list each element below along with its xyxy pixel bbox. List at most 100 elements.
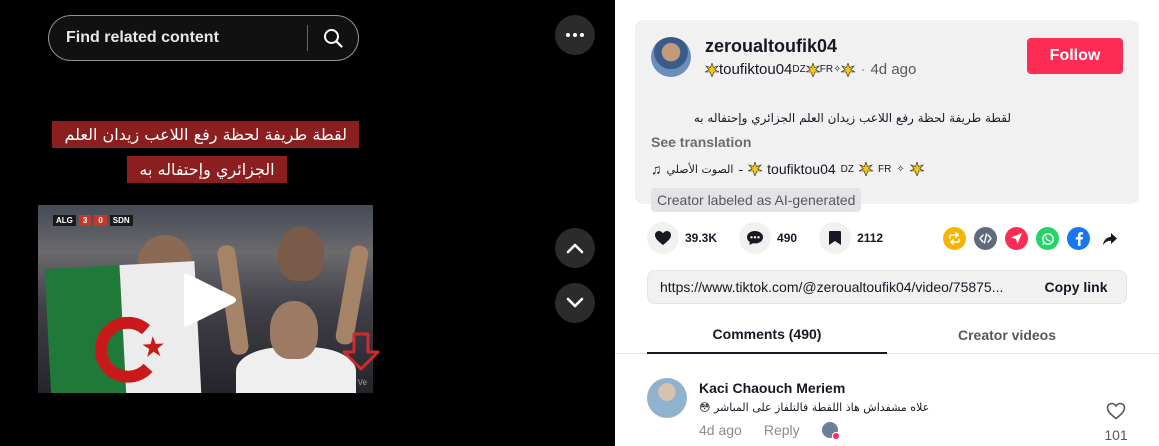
like-button[interactable]: [647, 222, 679, 254]
panel-tabs: Comments (490) Creator videos: [615, 316, 1159, 354]
sound-row[interactable]: ♫ الصوت الأصلي - toufiktou04 DZ FR ✧: [651, 161, 924, 177]
more-dot: [580, 33, 584, 37]
comment-text-row: علاه مشفداش هاذ اللقطة فالتلفاز على المب…: [699, 401, 929, 414]
send-to-friends-button[interactable]: [1005, 227, 1028, 250]
whatsapp-icon: [1041, 232, 1054, 245]
share-arrow-icon: [1102, 232, 1117, 245]
sound-dash: -: [738, 161, 744, 177]
save-action[interactable]: 2112: [819, 222, 883, 254]
creator-nickname[interactable]: toufiktou04: [719, 61, 792, 78]
sparkle-burst-icon: [705, 62, 719, 77]
search-button[interactable]: [308, 16, 358, 60]
comment-date: 4d ago: [699, 422, 742, 438]
scorebug-home: ALG: [53, 214, 76, 226]
bookmark-icon: [829, 231, 842, 245]
creator-avatar[interactable]: [651, 37, 691, 77]
flag-star: ★: [139, 329, 167, 365]
sparkle-dot-icon: ✧: [833, 64, 842, 75]
comment-item: Kaci Chaouch Meriem علاه مشفداش هاذ اللق…: [647, 375, 1139, 446]
related-search-box[interactable]: Find related content: [48, 15, 359, 61]
follow-button[interactable]: Follow: [1027, 38, 1123, 74]
more-options-button[interactable]: [555, 15, 595, 55]
chevron-up-icon: [566, 243, 584, 254]
search-icon: [324, 29, 343, 48]
music-note-icon: ♫: [651, 161, 662, 177]
previous-video-button[interactable]: [555, 228, 595, 268]
scorebug-away-score: 0: [94, 214, 107, 226]
sparkle-dot-icon: ✧: [896, 163, 905, 175]
scorebug-away: SDN: [109, 214, 133, 226]
creator-username[interactable]: zeroualtoufik04: [705, 36, 837, 57]
commenter-avatar[interactable]: [647, 378, 687, 418]
comment-count: 490: [777, 231, 798, 245]
sparkle-burst-icon: [841, 62, 856, 77]
next-video-button[interactable]: [555, 283, 595, 323]
save-count: 2112: [857, 231, 884, 245]
comment-bubble-icon: [747, 231, 764, 245]
repost-button[interactable]: [943, 227, 966, 250]
like-count: 39.3K: [685, 231, 718, 245]
post-info-card: zeroualtoufik04 toufiktou04 DZ FR ✧ · 4d…: [635, 20, 1139, 212]
sound-tag-dz: DZ: [840, 163, 854, 175]
comment-action[interactable]: 490: [739, 222, 797, 254]
sound-tag-fr: FR: [877, 163, 892, 175]
heart-icon: [655, 231, 671, 245]
scorebug: ALG 3 0 SDN: [53, 213, 133, 227]
video-panel: Find related content لقطة طريفة لحظة رفع…: [0, 0, 615, 446]
tab-creator-videos[interactable]: Creator videos: [887, 316, 1127, 354]
like-action[interactable]: 39.3K: [647, 222, 717, 254]
comment-meta: 4d ago Reply: [699, 422, 840, 440]
share-link-box: https://www.tiktok.com/@zeroualtoufik04/…: [647, 270, 1127, 304]
nickname-tag-fr: FR: [819, 64, 834, 75]
embed-code-icon: [979, 233, 992, 244]
more-dot: [573, 33, 577, 37]
copy-link-button[interactable]: Copy link: [1026, 279, 1126, 295]
comment-button[interactable]: [739, 222, 772, 254]
nickname-tag-dz: DZ: [792, 64, 806, 75]
facebook-icon: [1075, 232, 1083, 246]
scorebug-home-score: 3: [78, 214, 92, 226]
commenter-name[interactable]: Kaci Chaouch Meriem: [699, 380, 845, 396]
search-placeholder[interactable]: Find related content: [49, 29, 307, 47]
comment-emoji: 😳: [699, 401, 711, 414]
comment-reply-button[interactable]: Reply: [764, 422, 800, 438]
sparkle-burst-icon: [748, 162, 763, 176]
more-dot: [566, 33, 570, 37]
share-actions: [943, 227, 1121, 250]
video-caption-text: لقطة طريفة لحظة رفع اللاعب زيدان العلم ا…: [52, 121, 359, 183]
video-caption-overlay: لقطة طريفة لحظة رفع اللاعب زيدان العلم ا…: [52, 117, 359, 187]
comment-like-count: 101: [1104, 427, 1128, 443]
creator-subline: toufiktou04 DZ FR ✧ · 4d ago: [705, 61, 916, 78]
creator-liked-avatar: [821, 422, 840, 440]
sound-original-label: الصوت الأصلي: [666, 162, 734, 176]
sparkle-burst-icon: [805, 62, 820, 77]
heart-outline-icon: [1106, 402, 1126, 420]
subline-separator: ·: [860, 61, 866, 78]
engagement-actions: 39.3K 490 2112: [647, 222, 905, 254]
comment-text: علاه مشفداش هاذ اللقطة فالتلفاز على المب…: [713, 401, 930, 414]
embed-button[interactable]: [974, 227, 997, 250]
save-button[interactable]: [819, 222, 852, 254]
paper-plane-icon: [1011, 233, 1022, 244]
share-link-url[interactable]: https://www.tiktok.com/@zeroualtoufik04/…: [648, 279, 1026, 295]
post-description: لقطة طريفة لحظة رفع اللاعب زيدان العلم ا…: [693, 111, 1011, 125]
see-translation-link[interactable]: See translation: [651, 134, 751, 150]
background-fan: [278, 227, 324, 281]
whatsapp-share-button[interactable]: [1036, 227, 1059, 250]
repost-icon: [949, 232, 960, 245]
algerian-flag: ★: [44, 261, 202, 393]
sparkle-burst-icon: [858, 162, 873, 176]
comment-like[interactable]: 101: [1101, 402, 1131, 443]
play-icon[interactable]: [182, 270, 238, 330]
player-head: [270, 301, 318, 359]
video-watermark: Ve: [357, 378, 367, 387]
sparkle-burst-icon: [909, 162, 924, 176]
down-arrow-overlay-icon: [342, 332, 380, 371]
creator-liked-heart-icon: [831, 432, 840, 440]
facebook-share-button[interactable]: [1067, 227, 1090, 250]
sound-creator-name: toufiktou04: [767, 161, 836, 177]
tab-comments[interactable]: Comments (490): [647, 316, 887, 354]
more-share-button[interactable]: [1098, 227, 1121, 250]
details-panel: zeroualtoufik04 toufiktou04 DZ FR ✧ · 4d…: [615, 0, 1159, 446]
post-date: 4d ago: [870, 61, 917, 78]
